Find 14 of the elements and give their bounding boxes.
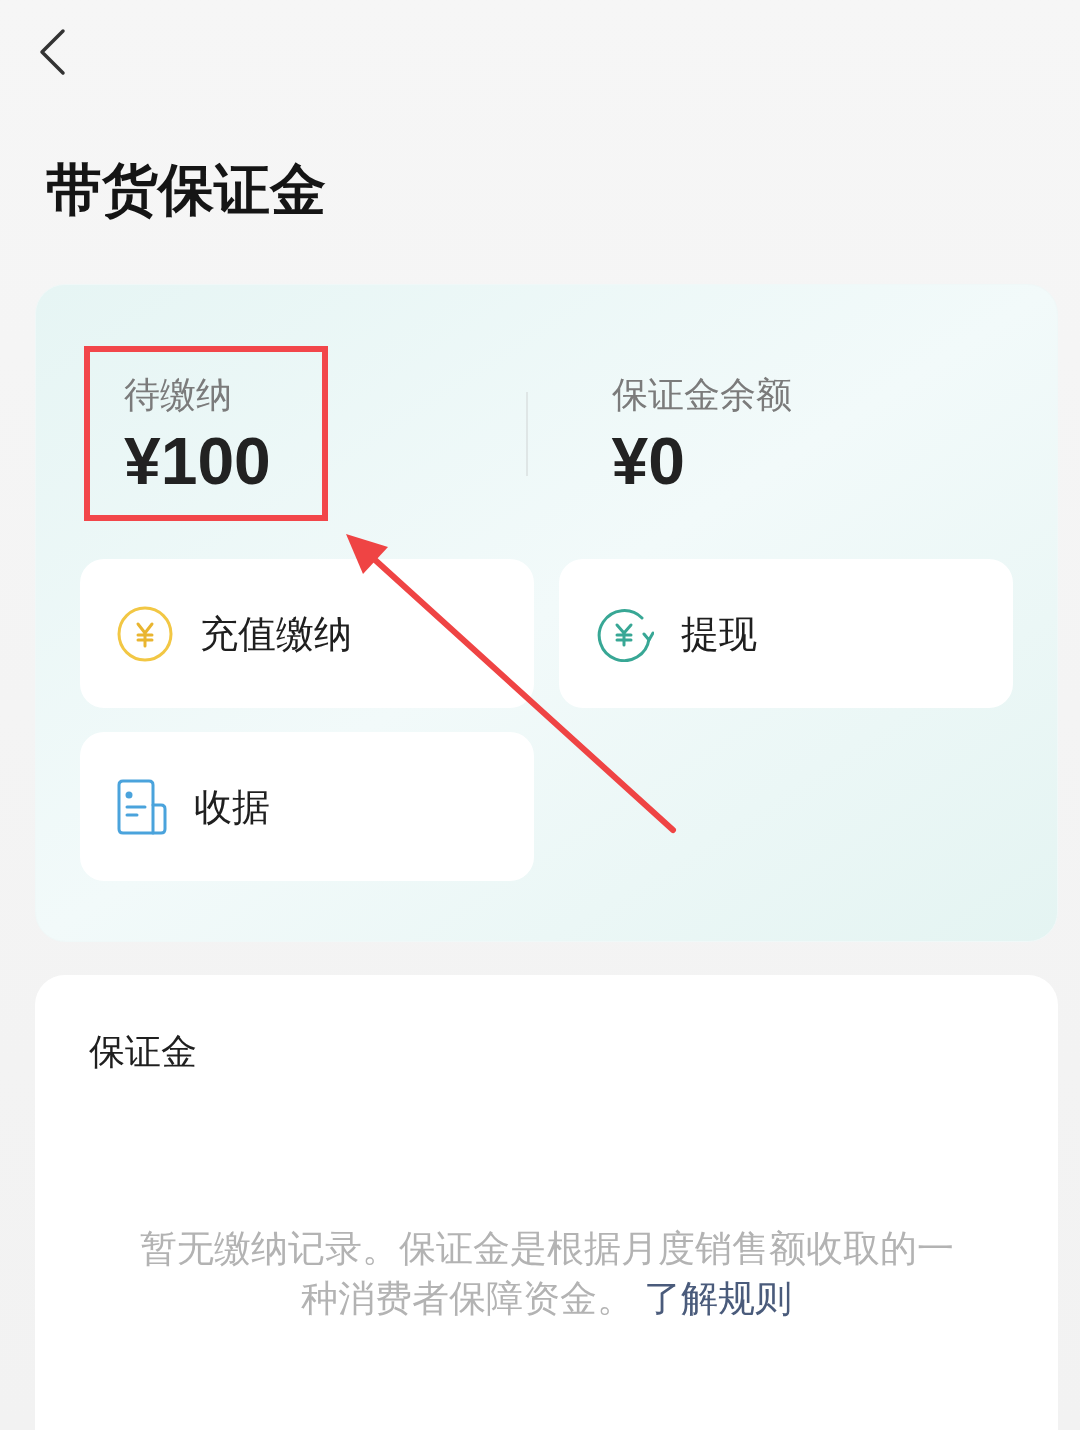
- action-tile[interactable]: 收据: [80, 732, 534, 881]
- empty-state-message: 暂无缴纳记录。保证金是根据月度销售额收取的一种消费者保障资金。 了解规则: [138, 1227, 955, 1321]
- stat-label: 保证金余额: [611, 373, 792, 417]
- rules-link[interactable]: 了解规则: [644, 1278, 793, 1319]
- page-title: 带货保证金: [46, 157, 326, 223]
- yen-coin-icon: [117, 605, 173, 662]
- action-tile[interactable]: 提现: [559, 559, 1013, 708]
- document-icon: [117, 778, 167, 835]
- stat-label: 待缴纳: [124, 373, 232, 417]
- back-icon: [38, 28, 66, 76]
- stat-value: ¥100: [124, 424, 271, 498]
- section-title: 保证金: [89, 1030, 197, 1074]
- stat-value: ¥0: [611, 424, 685, 498]
- action-tile[interactable]: 充值缴纳: [80, 559, 534, 708]
